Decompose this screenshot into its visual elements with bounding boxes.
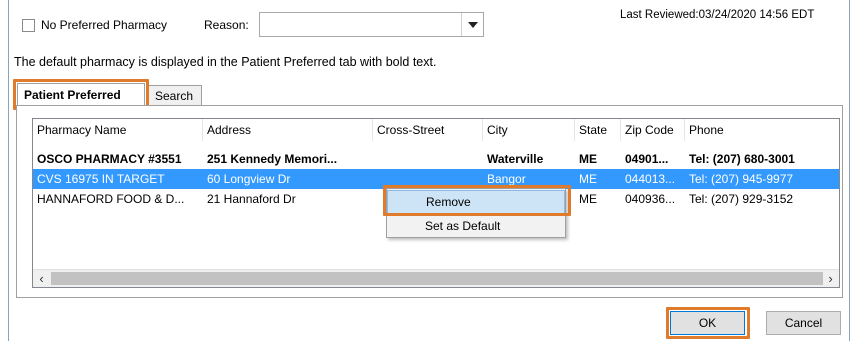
no-preferred-pharmacy-label: No Preferred Pharmacy [41, 18, 168, 32]
cell-pharmacy-name: CVS 16975 IN TARGET [37, 172, 165, 186]
scroll-right-icon[interactable]: › [822, 270, 839, 287]
table-row[interactable]: OSCO PHARMACY #3551 251 Kennedy Memori..… [33, 149, 839, 169]
info-text: The default pharmacy is displayed in the… [14, 55, 437, 69]
menu-item-set-as-default[interactable]: Set as Default [387, 214, 565, 238]
cell-city: Waterville [487, 152, 544, 166]
cell-cross-street [373, 149, 483, 169]
scroll-left-icon[interactable]: ‹ [33, 270, 50, 287]
reason-select[interactable] [259, 12, 484, 37]
reason-dropdown-button[interactable] [461, 13, 483, 36]
chevron-down-icon [467, 21, 478, 28]
no-preferred-pharmacy-checkbox[interactable] [22, 19, 35, 32]
cancel-button[interactable]: Cancel [766, 311, 841, 335]
cell-state: ME [579, 192, 597, 206]
column-header-state[interactable]: State [575, 119, 621, 141]
cell-zip-code: 04901... [625, 152, 669, 166]
reason-label: Reason: [204, 18, 249, 32]
cell-zip-code: 040936... [625, 192, 676, 206]
column-header-cross-street[interactable]: Cross-Street [373, 119, 483, 141]
column-header-pharmacy-name[interactable]: Pharmacy Name [33, 119, 203, 141]
cell-phone: Tel: (207) 929-3152 [689, 192, 794, 206]
cell-state: ME [579, 172, 597, 186]
cell-phone: Tel: (207) 680-3001 [689, 152, 795, 166]
cell-pharmacy-name: OSCO PHARMACY #3551 [37, 152, 182, 166]
table-header: Pharmacy Name Address Cross-Street City … [33, 119, 839, 141]
horizontal-scrollbar[interactable]: ‹ › [33, 269, 839, 287]
remove-highlight-box [383, 185, 571, 216]
column-header-phone[interactable]: Phone [685, 119, 839, 141]
cell-zip-code: 044013... [625, 172, 676, 186]
column-header-address[interactable]: Address [203, 119, 373, 141]
column-header-zip-code[interactable]: Zip Code [621, 119, 685, 141]
cell-pharmacy-name: HANNAFORD FOOD & D... [37, 192, 185, 206]
ok-highlight-box [666, 307, 750, 339]
tab-search-label: Search [155, 89, 194, 103]
cell-address: 251 Kennedy Memori... [207, 152, 338, 166]
cell-address: 21 Hannaford Dr [207, 192, 296, 206]
scrollbar-thumb[interactable] [51, 272, 823, 285]
cell-address: 60 Longview Dr [207, 172, 291, 186]
cell-phone: Tel: (207) 945-9977 [689, 172, 794, 186]
last-reviewed-text: Last Reviewed:03/24/2020 14:56 EDT [620, 9, 815, 21]
column-header-city[interactable]: City [483, 119, 575, 141]
tab-search[interactable]: Search [148, 85, 202, 106]
cell-state: ME [579, 152, 597, 166]
